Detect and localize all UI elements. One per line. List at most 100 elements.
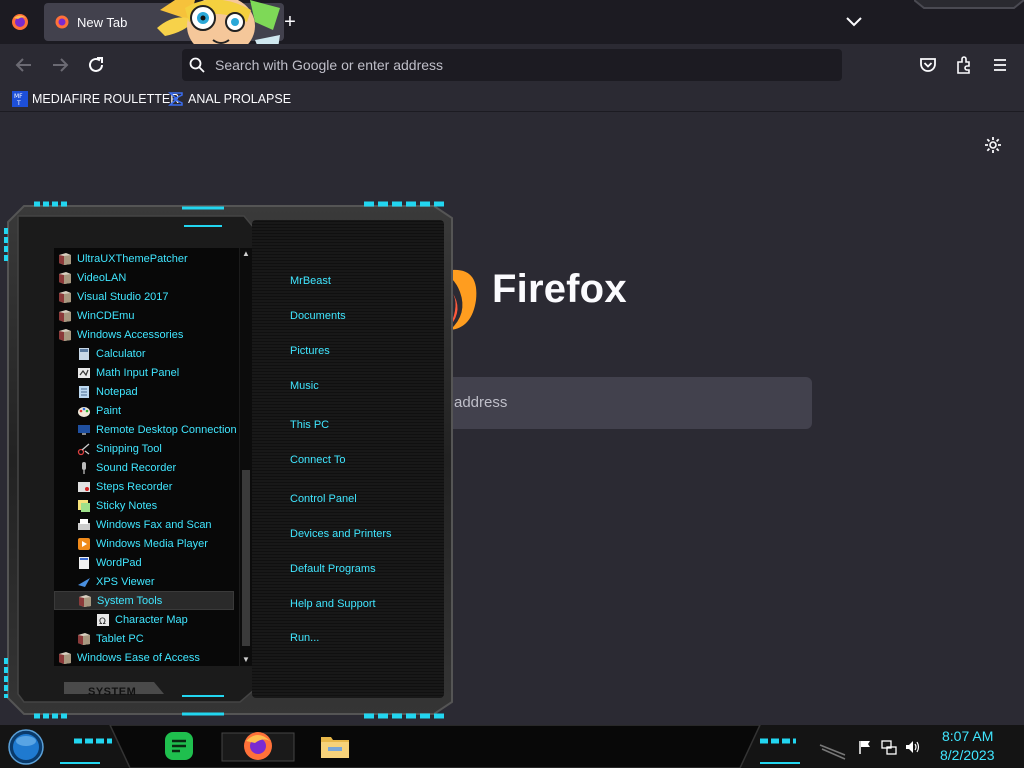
program-label: Visual Studio 2017 xyxy=(77,290,169,303)
volume-icon[interactable] xyxy=(905,739,921,755)
url-bar[interactable]: Search with Google or enter address xyxy=(182,49,842,81)
pocket-icon[interactable] xyxy=(917,54,939,76)
firefox-icon[interactable] xyxy=(241,729,275,763)
bookmark-label: MEDIAFIRE ROULETTER xyxy=(32,92,180,106)
all-programs-list: UltraUXThemePatcher VideoLAN Visual Studio… xyxy=(54,248,239,666)
reload-icon[interactable] xyxy=(85,54,107,76)
folder-icon xyxy=(77,632,91,646)
folder-icon xyxy=(58,252,72,266)
program-item[interactable]: Windows Accessories xyxy=(54,325,234,344)
start-link-documents[interactable]: Documents xyxy=(290,310,346,322)
program-item[interactable]: Notepad xyxy=(54,382,234,401)
program-label: Notepad xyxy=(96,385,138,398)
program-item[interactable]: WordPad xyxy=(54,553,234,572)
start-link-this-pc[interactable]: This PC xyxy=(290,419,329,431)
extensions-icon[interactable] xyxy=(953,54,975,76)
folder-icon xyxy=(78,594,92,608)
program-label: Calculator xyxy=(96,347,146,360)
program-item[interactable]: Steps Recorder xyxy=(54,477,234,496)
program-item[interactable]: Math Input Panel xyxy=(54,363,234,382)
firefox-menu-icon[interactable] xyxy=(8,10,32,34)
tab-strip: New Tab + xyxy=(0,0,1024,56)
program-item[interactable]: VideoLAN xyxy=(54,268,234,287)
flag-icon[interactable] xyxy=(857,739,873,755)
start-link-pictures[interactable]: Pictures xyxy=(290,345,330,357)
program-item[interactable]: Tablet PC xyxy=(54,629,234,648)
clock-date[interactable]: 8/2/2023 xyxy=(940,747,995,763)
program-item[interactable]: WinCDEmu xyxy=(54,306,234,325)
start-link-help-and-support[interactable]: Help and Support xyxy=(290,598,376,610)
program-label: WinCDEmu xyxy=(77,309,135,322)
program-label: Tablet PC xyxy=(96,632,144,645)
program-label: Windows Media Player xyxy=(96,537,208,550)
forward-arrow-icon[interactable] xyxy=(49,54,71,76)
program-item[interactable]: Windows Fax and Scan xyxy=(54,515,234,534)
scroll-up-arrow-icon[interactable]: ▲ xyxy=(240,248,252,260)
program-item[interactable]: Windows Ease of Access xyxy=(54,648,234,666)
start-menu: UltraUXThemePatcher VideoLAN Visual Studio… xyxy=(4,198,456,722)
file-explorer-icon[interactable] xyxy=(318,729,352,763)
navigation-toolbar: Search with Google or enter address xyxy=(0,44,1024,86)
calculator-icon xyxy=(77,347,91,361)
microphone-icon xyxy=(77,461,91,475)
program-item[interactable]: Visual Studio 2017 xyxy=(54,287,234,306)
bookmark-sigma[interactable]: ANAL PROLAPSE xyxy=(168,90,291,108)
notepad-icon xyxy=(77,385,91,399)
start-link-devices-and-printers[interactable]: Devices and Printers xyxy=(290,528,392,540)
program-item[interactable]: Snipping Tool xyxy=(54,439,234,458)
new-tab-button[interactable]: + xyxy=(280,10,300,34)
program-item[interactable]: Ω Character Map xyxy=(54,610,234,629)
svg-text:T: T xyxy=(16,100,21,107)
start-link-connect-to[interactable]: Connect To xyxy=(290,454,345,466)
xps-viewer-icon xyxy=(77,575,91,589)
folder-icon xyxy=(58,328,72,342)
program-label: Paint xyxy=(96,404,122,417)
network-icon[interactable] xyxy=(881,739,897,755)
start-link-default-programs[interactable]: Default Programs xyxy=(290,563,376,575)
program-item[interactable]: XPS Viewer xyxy=(54,572,234,591)
url-placeholder: Search with Google or enter address xyxy=(215,57,444,73)
start-link-control-panel[interactable]: Control Panel xyxy=(290,493,357,505)
folder-icon xyxy=(58,290,72,304)
program-label: Math Input Panel xyxy=(96,366,180,379)
scroll-down-arrow-icon[interactable]: ▼ xyxy=(240,654,252,666)
start-menu-footer-label: SYSTEM xyxy=(88,686,137,698)
program-item[interactable]: Sound Recorder xyxy=(54,458,234,477)
notes-app-icon[interactable] xyxy=(162,729,196,763)
start-menu-places-panel: MrBeast Documents Pictures Music This PC Conn… xyxy=(252,220,444,698)
program-item[interactable]: Sticky Notes xyxy=(54,496,234,515)
start-link-music[interactable]: Music xyxy=(290,380,319,392)
back-arrow-icon[interactable] xyxy=(13,54,35,76)
home-search-placeholder: address xyxy=(454,394,508,411)
clock-time[interactable]: 8:07 AM xyxy=(942,728,993,744)
start-link-run[interactable]: Run... xyxy=(290,632,319,644)
chevron-down-icon[interactable] xyxy=(845,14,863,28)
hamburger-menu-icon[interactable] xyxy=(989,54,1011,76)
wordpad-icon xyxy=(77,556,91,570)
home-search-box[interactable]: address xyxy=(430,377,812,429)
start-orb-button[interactable] xyxy=(8,729,44,765)
program-item[interactable]: Calculator xyxy=(54,344,234,363)
bookmarks-toolbar: MF T MEDIAFIRE ROULETTER ANAL PROLAPSE xyxy=(0,86,1024,112)
gear-icon[interactable] xyxy=(984,136,1002,154)
search-icon xyxy=(189,57,205,73)
program-label: Character Map xyxy=(115,613,188,626)
program-list-scrollbar[interactable]: ▲ ▼ xyxy=(240,248,252,666)
program-item[interactable]: Windows Media Player xyxy=(54,534,234,553)
program-label: Sticky Notes xyxy=(96,499,158,512)
program-label: Remote Desktop Connection xyxy=(96,423,237,436)
program-item[interactable]: UltraUXThemePatcher xyxy=(54,249,234,268)
paint-icon xyxy=(77,404,91,418)
media-player-icon xyxy=(77,537,91,551)
start-link-mrbeast[interactable]: MrBeast xyxy=(290,275,331,287)
scrollbar-thumb[interactable] xyxy=(242,470,250,646)
program-item[interactable]: Paint xyxy=(54,401,234,420)
program-item[interactable]: System Tools xyxy=(54,591,234,610)
program-label: Steps Recorder xyxy=(96,480,173,493)
program-label: Windows Accessories xyxy=(77,328,184,341)
program-label: XPS Viewer xyxy=(96,575,155,588)
bookmark-mediafire[interactable]: MF T MEDIAFIRE ROULETTER xyxy=(12,90,179,108)
program-label: Sound Recorder xyxy=(96,461,177,474)
bookmark-label: ANAL PROLAPSE xyxy=(188,92,292,106)
program-item[interactable]: Remote Desktop Connection xyxy=(54,420,237,439)
